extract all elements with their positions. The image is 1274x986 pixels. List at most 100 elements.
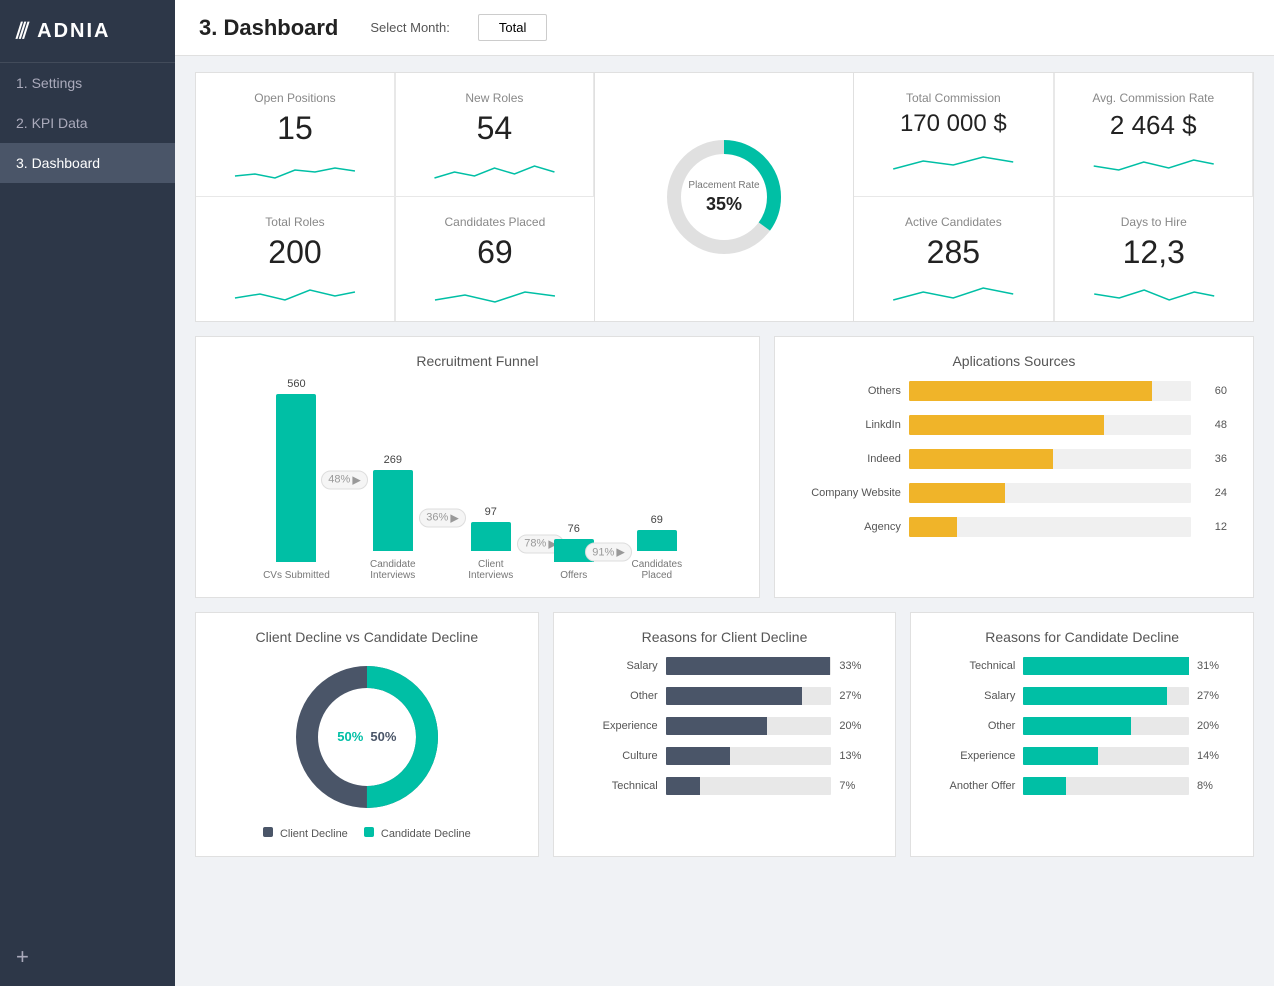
- rclient-technical-container: [666, 777, 832, 795]
- reasons-candidate-card: Reasons for Candidate Decline Technical …: [910, 612, 1254, 857]
- rcandidate-salary-pct: 27%: [1197, 690, 1229, 702]
- rcandidate-salary-label: Salary: [935, 690, 1015, 702]
- bar-placed: 69 Candidates Placed: [622, 514, 692, 581]
- header: 3. Dashboard Select Month: Total: [175, 0, 1274, 56]
- rclient-experience-pct: 20%: [839, 720, 871, 732]
- bar-cvs-submitted: 560 CVs Submitted 48% ▶: [263, 378, 330, 581]
- kpi-avg-commission: Avg. Commission Rate 2 464 $: [1054, 73, 1253, 197]
- kpi-open-positions: Open Positions 15: [196, 73, 395, 197]
- candidate-pct-label: 50%: [337, 729, 363, 744]
- rcandidate-salary: Salary 27%: [935, 687, 1229, 705]
- rclient-other-label: Other: [578, 690, 658, 702]
- bar-placed-xlabel: Candidates Placed: [622, 559, 692, 581]
- page-title: 3. Dashboard: [199, 15, 338, 41]
- logo-area: ⫻ ADNIA: [0, 0, 175, 63]
- client-legend-dot: [263, 827, 273, 837]
- hbar-indeed-container: [909, 449, 1191, 469]
- add-button[interactable]: +: [0, 928, 175, 986]
- rclient-culture: Culture 13%: [578, 747, 872, 765]
- rclient-salary-container: [666, 657, 832, 675]
- month-selector-button[interactable]: Total: [478, 14, 547, 41]
- rcandidate-experience-bar: [1023, 747, 1098, 765]
- kpi-candidates-placed-label: Candidates Placed: [416, 215, 574, 229]
- select-month-label: Select Month:: [370, 20, 450, 35]
- hbar-indeed-val: 36: [1199, 453, 1227, 465]
- hbar-others-label: Others: [801, 385, 901, 397]
- rcandidate-technical-pct: 31%: [1197, 660, 1229, 672]
- rclient-culture-pct: 13%: [839, 750, 871, 762]
- kpi-section: Open Positions 15 New Roles 54 Total: [195, 72, 1254, 322]
- bar-ci-rect: [373, 470, 413, 551]
- application-sources-title: Aplications Sources: [791, 353, 1237, 369]
- client-vs-candidate-title: Client Decline vs Candidate Decline: [212, 629, 522, 645]
- logo-text: ADNIA: [37, 20, 110, 43]
- bar-cvs-xlabel: CVs Submitted: [263, 570, 330, 581]
- kpi-open-positions-label: Open Positions: [216, 91, 374, 105]
- recruitment-funnel-chart: 560 CVs Submitted 48% ▶ 269 Candidate In…: [212, 381, 743, 581]
- reasons-client-chart: Salary 33% Other 27% Exp: [570, 657, 880, 795]
- bar-placed-rect: [637, 530, 677, 551]
- rcandidate-another-offer-label: Another Offer: [935, 780, 1015, 792]
- hbar-linkedin-label: LinkdIn: [801, 419, 901, 431]
- rclient-technical-pct: 7%: [839, 780, 871, 792]
- rclient-other-container: [666, 687, 832, 705]
- kpi-open-positions-value: 15: [216, 111, 374, 146]
- logo-icon: ⫻: [16, 18, 29, 44]
- hbar-website-bar: [909, 483, 1005, 503]
- rclient-technical-label: Technical: [578, 780, 658, 792]
- rclient-technical-bar: [666, 777, 701, 795]
- rcandidate-another-offer-container: [1023, 777, 1189, 795]
- rcandidate-experience-label: Experience: [935, 750, 1015, 762]
- bar-placed-label: 69: [651, 514, 663, 526]
- kpi-days-to-hire-value: 12,3: [1075, 235, 1233, 270]
- hbar-website: Company Website 24: [801, 483, 1227, 503]
- rcandidate-other-container: [1023, 717, 1189, 735]
- bottom-section: Client Decline vs Candidate Decline 50% …: [195, 612, 1254, 857]
- hbar-others-val: 60: [1199, 385, 1227, 397]
- sidebar-item-settings[interactable]: 1. Settings: [0, 63, 175, 103]
- kpi-candidates-placed: Candidates Placed 69: [395, 197, 594, 321]
- legend-client: Client Decline: [263, 827, 348, 840]
- hbar-others-container: [909, 381, 1191, 401]
- kpi-right: Total Commission 170 000 $ Avg. Commissi…: [854, 73, 1253, 321]
- sidebar-item-kpi-data[interactable]: 2. KPI Data: [0, 103, 175, 143]
- kpi-avg-commission-value: 2 464 $: [1075, 111, 1232, 140]
- hbar-agency: Agency 12: [801, 517, 1227, 537]
- client-legend-label: Client Decline: [280, 828, 348, 840]
- kpi-active-candidates-label: Active Candidates: [874, 215, 1032, 229]
- rclient-culture-bar: [666, 747, 731, 765]
- sidebar-item-dashboard[interactable]: 3. Dashboard: [0, 143, 175, 183]
- hbar-website-container: [909, 483, 1191, 503]
- hbar-indeed-bar: [909, 449, 1053, 469]
- placement-rate-text: Placement Rate: [688, 180, 759, 191]
- hbar-linkedin-container: [909, 415, 1191, 435]
- rclient-experience-bar: [666, 717, 767, 735]
- bar-ci-xlabel: Candidate Interviews: [358, 559, 428, 581]
- rclient-other-pct: 27%: [839, 690, 871, 702]
- kpi-new-roles: New Roles 54: [395, 73, 594, 197]
- recruitment-funnel-card: Recruitment Funnel 560 CVs Submitted 48%…: [195, 336, 760, 598]
- hbar-agency-val: 12: [1199, 521, 1227, 533]
- rclient-culture-container: [666, 747, 832, 765]
- rclient-culture-label: Culture: [578, 750, 658, 762]
- rclient-salary-bar: [666, 657, 830, 675]
- candidates-placed-sparkline: [416, 280, 574, 308]
- kpi-active-candidates: Active Candidates 285: [854, 197, 1053, 321]
- rcandidate-technical-container: [1023, 657, 1189, 675]
- bar-clint-rect: [471, 522, 511, 551]
- donut-chart: Placement Rate 35%: [659, 132, 789, 262]
- recruitment-funnel-title: Recruitment Funnel: [212, 353, 743, 369]
- candidate-legend-label: Candidate Decline: [381, 828, 471, 840]
- placement-rate-value: 35%: [688, 193, 759, 216]
- avg-commission-sparkline: [1075, 150, 1232, 178]
- hbar-website-label: Company Website: [801, 487, 901, 499]
- kpi-days-to-hire-label: Days to Hire: [1075, 215, 1233, 229]
- new-roles-sparkline: [416, 156, 573, 184]
- kpi-avg-commission-label: Avg. Commission Rate: [1075, 91, 1232, 105]
- total-commission-sparkline: [874, 147, 1032, 175]
- rcandidate-technical-label: Technical: [935, 660, 1015, 672]
- hbar-others-bar: [909, 381, 1152, 401]
- hbar-others: Others 60: [801, 381, 1227, 401]
- active-candidates-sparkline: [874, 280, 1032, 308]
- client-vs-candidate-card: Client Decline vs Candidate Decline 50% …: [195, 612, 539, 857]
